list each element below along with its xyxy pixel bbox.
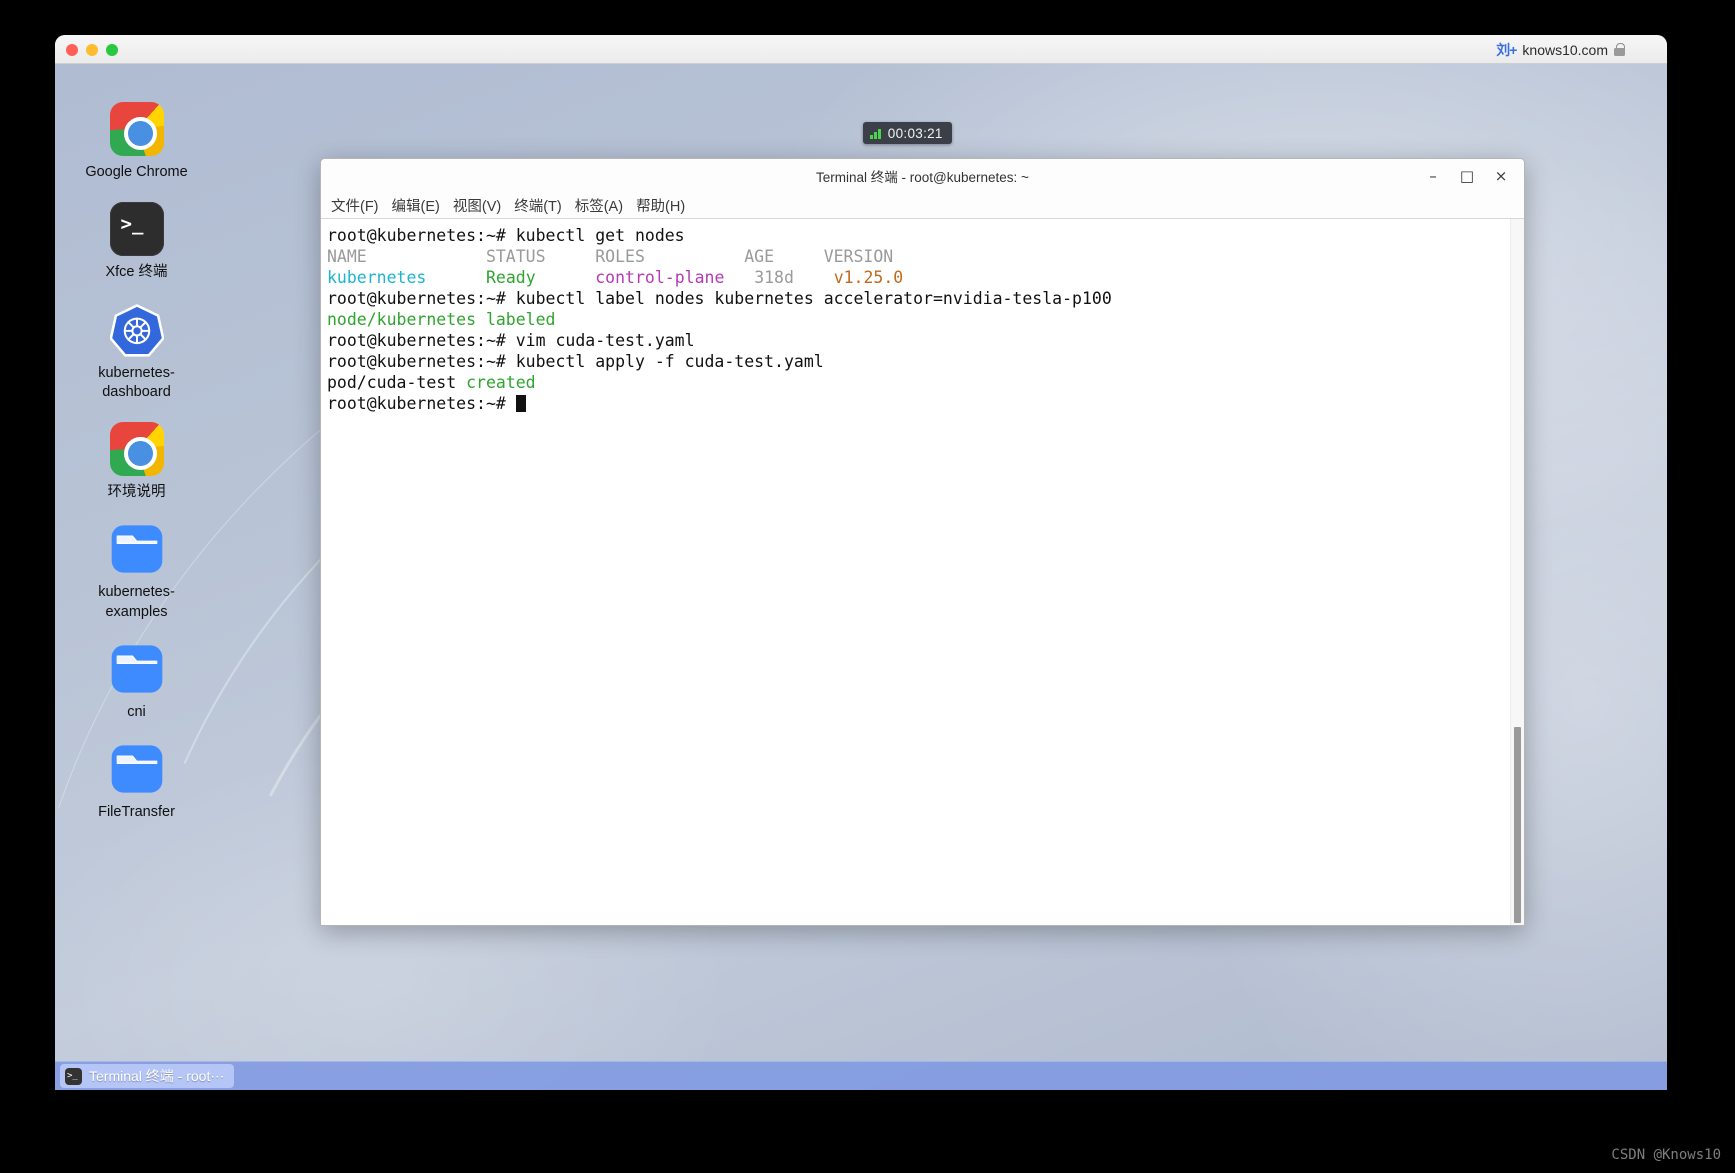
terminal-text: NAME STATUS ROLES AGE VERSION xyxy=(327,247,894,266)
desktop-icon-label: Xfce 终端 xyxy=(105,264,168,281)
terminal-icon: >_ xyxy=(109,202,164,257)
terminal-icon xyxy=(65,1067,82,1085)
chrome-icon xyxy=(109,102,164,156)
desktop-icon-label: cni xyxy=(127,703,146,720)
terminal-menubar: 文件(F) 编辑(E) 视图(V) 终端(T) 标签(A) 帮助(H) xyxy=(321,192,1524,219)
terminal-line: pod/cuda-test created xyxy=(327,372,1510,393)
minimize-icon[interactable]: – xyxy=(1416,161,1450,191)
folder-icon xyxy=(110,642,164,696)
menu-item-4[interactable]: 标签(A) xyxy=(570,193,628,218)
terminal-text: node/kubernetes labeled xyxy=(327,310,556,329)
desktop-icon[interactable]: kubernetes-dashboard xyxy=(69,297,204,403)
terminal-text: kubernetes xyxy=(327,268,427,287)
menu-item-1[interactable]: 编辑(E) xyxy=(387,193,445,218)
terminal-line: node/kubernetes labeled xyxy=(327,309,1510,330)
desktop-icon[interactable]: cni xyxy=(69,636,204,722)
lock-icon xyxy=(1614,43,1625,56)
close-window-button[interactable] xyxy=(66,44,78,56)
terminal-body: root@kubernetes:~# kubectl get nodes NAME… xyxy=(321,219,1524,925)
terminal-text: 318d xyxy=(754,268,794,287)
desktop-icon[interactable]: 环境说明 xyxy=(69,416,204,502)
menu-item-5[interactable]: 帮助(H) xyxy=(631,193,690,218)
terminal-window: Terminal 终端 - root@kubernetes: ~ – □ × 文… xyxy=(320,158,1525,926)
terminal-text: pod/cuda-test xyxy=(327,373,467,392)
traffic-lights xyxy=(66,44,118,56)
terminal-text: root@kubernetes:~# kubectl label nodes k… xyxy=(327,289,1112,308)
desktop-icon[interactable]: >_ Xfce 终端 xyxy=(69,196,204,282)
terminal-line: root@kubernetes:~# kubectl label nodes k… xyxy=(327,288,1510,309)
taskbar-item-terminal[interactable]: Terminal 终端 - root⋯ xyxy=(60,1064,235,1088)
maximize-icon[interactable]: □ xyxy=(1450,161,1484,191)
terminal-text: control-plane xyxy=(595,268,725,287)
url-text: knows10.com xyxy=(1522,41,1608,58)
desktop-icon-label: FileTransfer xyxy=(98,804,175,821)
desktop-icon-label: kubernetes-dashboard xyxy=(98,364,175,400)
site-badge: 刘+ xyxy=(1496,41,1517,58)
terminal-cursor xyxy=(515,395,526,412)
taskbar-item-label: Terminal 终端 - root⋯ xyxy=(89,1068,225,1084)
session-timer-badge: 00:03:21 xyxy=(863,122,952,144)
terminal-line: root@kubernetes:~# vim cuda-test.yaml xyxy=(327,330,1510,351)
taskbar: Terminal 终端 - root⋯ xyxy=(55,1061,1667,1090)
desktop-icon-label: kubernetes-examples xyxy=(98,584,175,620)
timer-value: 00:03:21 xyxy=(887,125,943,141)
terminal-output[interactable]: root@kubernetes:~# kubectl get nodes NAME… xyxy=(321,219,1510,925)
desktop-icon[interactable]: FileTransfer xyxy=(69,736,204,822)
terminal-text: Ready xyxy=(485,268,536,287)
menu-item-3[interactable]: 终端(T) xyxy=(509,193,567,218)
folder-icon xyxy=(110,742,164,796)
close-icon[interactable]: × xyxy=(1484,161,1518,191)
chrome-icon xyxy=(109,422,164,477)
terminal-text: root@kubernetes:~# vim cuda-test.yaml xyxy=(327,331,695,350)
desktop-icon[interactable]: kubernetes-examples xyxy=(69,516,204,622)
minimize-window-button[interactable] xyxy=(86,44,98,56)
desktop-icon-label: Google Chrome xyxy=(85,164,188,180)
desktop: Google Chrome >_ Xfce 终端 kubernetes-dashboa… xyxy=(55,64,1667,1090)
terminal-line: kubernetes Ready control-plane 318d v1.2… xyxy=(327,267,1510,288)
signal-bars-icon xyxy=(870,128,881,139)
terminal-text: root@kubernetes:~# kubectl get nodes xyxy=(327,226,685,245)
terminal-scrollbar[interactable] xyxy=(1510,219,1524,925)
terminal-text: v1.25.0 xyxy=(833,268,904,287)
terminal-line: root@kubernetes:~# kubectl apply -f cuda… xyxy=(327,351,1510,372)
scrollbar-thumb[interactable] xyxy=(1514,727,1521,923)
terminal-line: NAME STATUS ROLES AGE VERSION xyxy=(327,246,1510,267)
desktop-icon-label: 环境说明 xyxy=(107,484,166,501)
terminal-titlebar[interactable]: Terminal 终端 - root@kubernetes: ~ – □ × xyxy=(321,159,1524,192)
menu-item-2[interactable]: 视图(V) xyxy=(448,193,506,218)
terminal-text: created xyxy=(466,373,536,392)
terminal-line: root@kubernetes:~# kubectl get nodes xyxy=(327,225,1510,246)
zoom-window-button[interactable] xyxy=(106,44,118,56)
browser-chrome: 刘+ knows10.com xyxy=(55,35,1667,64)
url-display[interactable]: 刘+ knows10.com xyxy=(1496,35,1625,64)
watermark: CSDN @Knows10 xyxy=(1611,1147,1721,1163)
terminal-title: Terminal 终端 - root@kubernetes: ~ xyxy=(816,169,1029,185)
desktop-icon[interactable]: Google Chrome xyxy=(69,96,204,182)
menu-item-0[interactable]: 文件(F) xyxy=(326,193,384,218)
folder-icon xyxy=(110,522,164,576)
terminal-text: root@kubernetes:~# xyxy=(327,394,516,413)
window-controls: – □ × xyxy=(1416,159,1518,192)
browser-window: 刘+ knows10.com Google Chrome >_ Xfce 终端 kub… xyxy=(55,35,1667,1090)
terminal-text: root@kubernetes:~# kubectl apply -f cuda… xyxy=(327,352,824,371)
kubernetes-icon xyxy=(109,303,164,357)
terminal-line: root@kubernetes:~# xyxy=(327,393,1510,414)
desktop-icon-column: Google Chrome >_ Xfce 终端 kubernetes-dashboa… xyxy=(69,96,204,837)
